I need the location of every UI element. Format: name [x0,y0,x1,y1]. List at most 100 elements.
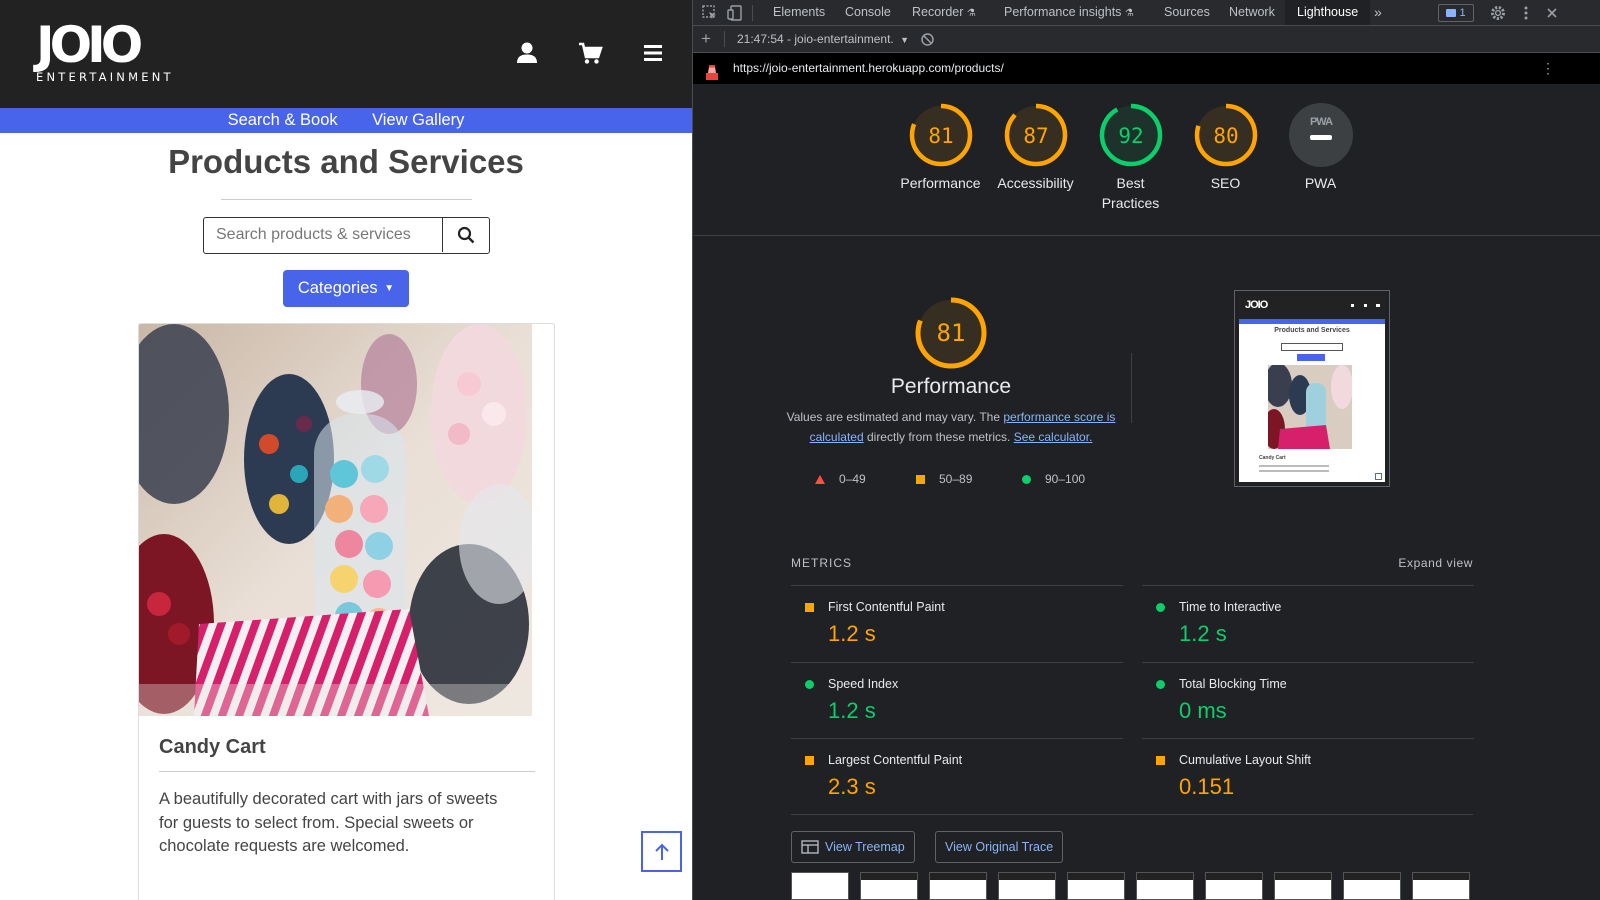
metric-value: 1.2 s [828,697,876,723]
clear-reports-icon[interactable] [920,32,935,50]
gauge-seo[interactable]: 80 SEO [1178,102,1273,193]
cart-icon[interactable] [577,40,603,66]
metric-largest-contentful-paint: Largest Contentful Paint 2.3 s [791,738,1123,815]
metric-name: Cumulative Layout Shift [1179,753,1312,767]
pwa-badge-text: PWA [1309,116,1332,128]
metric-first-contentful-paint: First Contentful Paint 1.2 s [791,585,1123,662]
categories-dropdown-button[interactable]: Categories ▼ [283,270,409,307]
metric-cumulative-layout-shift: Cumulative Layout Shift 0.151 [1142,738,1474,815]
pwa-badge-icon: PWA [1288,103,1353,167]
search-button[interactable] [442,218,489,252]
gauge-ring: 87 [1004,103,1067,167]
gauge-performance[interactable]: 81 Performance [893,102,988,193]
filmstrip [791,872,1481,900]
logo-sub-text: ENTERTAINMENT [36,70,174,84]
close-devtools-icon[interactable] [1543,4,1561,22]
report-selector-dropdown[interactable]: 21:47:54 - joio-entertainment. ▼ [737,26,909,54]
gauge-label: Best Practices [1101,175,1160,211]
performance-note: Values are estimated and may vary. The p… [771,407,1131,447]
performance-large-gauge: 81 [915,297,987,369]
gauge-ring: 81 [909,103,972,167]
view-treemap-button[interactable]: View Treemap [791,831,915,863]
metric-value: 1.2 s [828,621,876,646]
filmstrip-frame [1205,872,1263,900]
thumbnail-categories [1297,354,1325,361]
metric-name: Time to Interactive [1179,600,1282,614]
tab-recorder[interactable]: Recorder ⚗ [912,0,976,25]
gauge-pwa[interactable]: PWA PWA [1273,102,1368,193]
metric-value: 0 ms [1179,697,1227,723]
report-selector-label: 21:47:54 - joio-entertainment. [737,32,894,46]
arrow-up-icon [654,843,669,860]
filmstrip-frame [1412,872,1470,900]
filmstrip-frame [998,872,1056,900]
device-toolbar-icon[interactable] [726,4,744,22]
hamburger-menu-icon[interactable] [640,40,666,66]
site-nav-bar: Search & Book View Gallery [0,108,692,133]
gauge-best-practices[interactable]: 92 Best Practices [1083,102,1178,213]
average-square-icon [916,475,925,484]
back-to-top-button[interactable] [641,831,682,872]
flask-icon: ⚗ [1124,8,1134,19]
categories-label: Categories [297,279,378,297]
user-icon[interactable] [514,40,540,66]
search-input[interactable] [204,218,442,252]
tab-network[interactable]: Network [1229,0,1275,25]
candy-cart-image[interactable] [139,324,532,716]
gauge-ring: 92 [1099,103,1162,167]
card-description: A beautifully decorated cart with jars o… [159,790,498,855]
expand-view-toggle[interactable]: Expand view [1398,556,1473,570]
card-divider [159,771,535,772]
tab-separator [752,5,753,21]
tab-lighthouse[interactable]: Lighthouse [1285,0,1371,25]
report-menu-kebab-icon[interactable]: ⋮ [1541,53,1555,84]
tab-console[interactable]: Console [845,0,891,25]
toolbar-separator [724,31,725,47]
note-prefix: Values are estimated and may vary. The [786,410,1004,424]
legend-average-range: 50–89 [939,472,973,486]
nav-view-gallery-link[interactable]: View Gallery [372,108,464,133]
final-screenshot-thumbnail[interactable]: JOIO Products and Services Candy Cart [1234,290,1390,487]
performance-large-score: 81 [937,319,966,347]
metric-status-square-icon [805,756,814,765]
filmstrip-frame [1274,872,1332,900]
inspect-element-icon[interactable] [701,4,719,22]
kebab-menu-icon[interactable] [1517,4,1535,22]
metric-status-square-icon [1156,756,1165,765]
search-icon [457,226,475,244]
metric-total-blocking-time: Total Blocking Time 0 ms [1142,661,1474,739]
filmstrip-frame [1067,872,1125,900]
devtools-tab-bar: Elements Console Recorder ⚗ Performance … [693,0,1600,26]
page-title: Products and Services [168,143,524,180]
tab-sources[interactable]: Sources [1164,0,1210,25]
gauge-accessibility[interactable]: 87 Accessibility [988,102,1083,193]
thumbnail-text-line [1259,465,1329,467]
metric-name: Total Blocking Time [1179,676,1287,691]
metric-name: First Contentful Paint [828,600,945,614]
product-card[interactable]: Candy Cart A beautifully decorated cart … [138,323,555,900]
metric-name: Largest Contentful Paint [828,753,963,767]
thumbnail-back-to-top [1375,473,1382,480]
site-logo[interactable]: JOIO ENTERTAINMENT [36,20,174,84]
thumbnail-menu-icon [1376,304,1380,307]
gauge-label: Accessibility [997,175,1074,191]
issues-message-icon [1446,9,1457,17]
issues-badge[interactable]: 1 [1438,4,1474,22]
view-original-trace-button[interactable]: View Original Trace [935,831,1064,863]
filmstrip-frame [791,872,849,900]
caret-down-icon: ▼ [384,283,395,294]
tab-performance-insights[interactable]: Performance insights ⚗ [1004,0,1134,25]
dropdown-caret-icon: ▼ [900,35,910,45]
more-tabs-chevron-icon[interactable]: » [1374,0,1382,25]
new-report-plus-icon[interactable]: + [701,30,711,48]
tab-elements[interactable]: Elements [773,0,825,25]
nav-search-book-link[interactable]: Search & Book [228,108,338,133]
metrics-heading: METRICS [791,556,852,570]
card-title[interactable]: Candy Cart [159,736,266,759]
see-calculator-link[interactable]: See calculator. [1014,430,1093,444]
note-middle: directly from these metrics. [863,430,1014,444]
settings-gear-icon[interactable] [1489,4,1507,22]
report-url[interactable]: https://joio-entertainment.herokuapp.com… [733,53,1004,84]
search-form [203,217,490,254]
legend-pass-range: 90–100 [1045,472,1086,486]
